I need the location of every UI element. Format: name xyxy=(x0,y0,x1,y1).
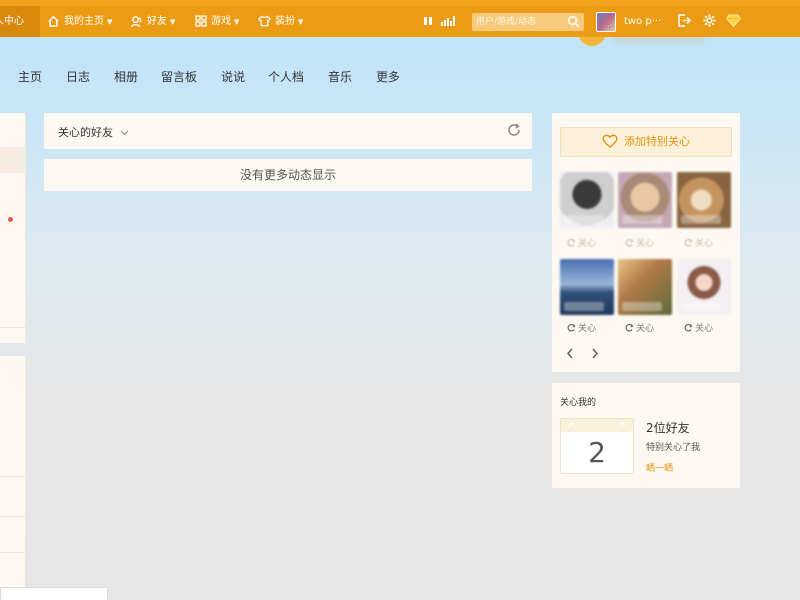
care-button[interactable]: 关心 xyxy=(624,321,654,334)
search-icon[interactable] xyxy=(567,15,580,28)
special-care-card: 添加特别关心 关心 关心 关心 关心 关心 关心 xyxy=(552,113,740,372)
pause-icon[interactable] xyxy=(423,16,433,26)
friend-thumbnail[interactable] xyxy=(560,172,614,228)
care-icon xyxy=(684,323,693,332)
nav-item-shuoshuo[interactable]: 说说 xyxy=(221,68,245,85)
friends-menu[interactable]: 好友 ▼ xyxy=(130,6,175,37)
friend-name-blurred xyxy=(622,302,662,311)
nav-item-blog[interactable]: 日志 xyxy=(66,68,90,85)
divider xyxy=(0,476,26,477)
cares-about-me-title: 关心我的 xyxy=(560,398,597,408)
divider xyxy=(0,327,26,328)
care-button[interactable]: 关心 xyxy=(683,321,713,334)
nav-item-music[interactable]: 音乐 xyxy=(328,68,352,85)
shirt-icon xyxy=(258,15,271,27)
my-homepage-label: 我的主页 xyxy=(64,16,104,27)
chevron-down-icon: ▼ xyxy=(170,18,176,26)
calendar-number: 2 xyxy=(588,436,606,469)
empty-feed-text: 没有更多动态显示 xyxy=(239,168,336,182)
bottom-status-strip xyxy=(0,587,108,600)
chevron-down-icon xyxy=(120,130,128,136)
chevron-down-icon: ▼ xyxy=(298,18,304,26)
friends-icon xyxy=(130,15,142,27)
calendar-icon: 2 xyxy=(560,418,634,474)
care-label: 关心 xyxy=(695,324,714,334)
chevron-right-icon[interactable] xyxy=(591,348,599,359)
search-input[interactable] xyxy=(472,13,560,31)
care-button[interactable]: 关心 xyxy=(566,321,596,334)
nav-item-more[interactable]: 更多 xyxy=(376,68,400,85)
logout-icon[interactable] xyxy=(677,14,691,27)
care-icon xyxy=(684,238,693,247)
care-label: 关心 xyxy=(695,239,714,249)
username[interactable]: two p··· xyxy=(624,6,661,37)
grid-icon xyxy=(195,15,207,27)
care-icon xyxy=(625,323,634,332)
left-sidebar-panel-lower xyxy=(0,356,26,600)
my-homepage-menu[interactable]: 我的主页 ▼ xyxy=(47,6,112,37)
search-box[interactable] xyxy=(472,13,584,31)
divider xyxy=(0,552,26,553)
games-label: 游戏 xyxy=(211,16,231,27)
friend-name-blurred xyxy=(681,215,721,224)
friend-thumbnail[interactable] xyxy=(677,172,731,228)
home-icon xyxy=(48,15,59,27)
notification-dot xyxy=(8,217,13,222)
care-icon xyxy=(567,323,576,332)
care-label: 关心 xyxy=(636,324,655,334)
nav-item-guestbook[interactable]: 留言板 xyxy=(161,68,197,85)
care-button[interactable]: 关心 xyxy=(566,236,596,249)
feed-filter-label: 关心的好友 xyxy=(58,126,113,139)
nav-item-home[interactable]: 主页 xyxy=(18,68,42,85)
avatar[interactable] xyxy=(596,12,616,32)
friend-thumbnail[interactable] xyxy=(618,259,672,315)
friend-count: 2位好友 xyxy=(646,421,690,435)
add-special-care-button[interactable]: 添加特别关心 xyxy=(560,127,732,157)
dress-up-label: 装扮 xyxy=(275,16,295,27)
care-icon xyxy=(567,238,576,247)
nav-item-album[interactable]: 相册 xyxy=(114,68,138,85)
friend-name-blurred xyxy=(564,215,604,224)
friend-thumbnail[interactable] xyxy=(677,259,731,315)
feed-filter-dropdown[interactable]: 关心的好友 xyxy=(58,124,129,140)
chevron-down-icon: ▼ xyxy=(234,18,240,26)
care-label: 关心 xyxy=(636,239,655,249)
friends-label: 好友 xyxy=(147,16,167,27)
chevron-left-icon[interactable] xyxy=(566,348,574,359)
friend-name-blurred xyxy=(681,302,721,311)
care-label: 关心 xyxy=(578,324,597,334)
share-link[interactable]: 晒一晒 xyxy=(646,461,673,474)
heart-icon xyxy=(602,134,618,148)
feed-filter-bar: 关心的好友 xyxy=(44,113,532,149)
care-label: 关心 xyxy=(578,239,597,249)
games-menu[interactable]: 游戏 ▼ xyxy=(195,6,239,37)
nav-item-profile[interactable]: 个人档 xyxy=(268,68,304,85)
friend-thumbnail[interactable] xyxy=(618,172,672,228)
add-special-care-label: 添加特别关心 xyxy=(624,135,690,148)
diamond-icon[interactable] xyxy=(726,14,741,27)
chevron-down-icon: ▼ xyxy=(107,18,113,26)
music-bars-icon[interactable] xyxy=(441,16,455,26)
personal-center-tab[interactable]: 个人中心 xyxy=(0,6,40,37)
care-button[interactable]: 关心 xyxy=(624,236,654,249)
care-description: 特别关心了我 xyxy=(646,443,701,453)
friend-name-blurred xyxy=(622,215,662,224)
personal-center-label: 个人中心 xyxy=(0,16,24,27)
friend-thumbnail[interactable] xyxy=(560,259,614,315)
left-sidebar-panel xyxy=(0,113,26,343)
cares-about-me-card: 关心我的 2 2位好友 特别关心了我 晒一晒 xyxy=(552,383,740,488)
feed-empty-message: 没有更多动态显示 xyxy=(44,159,532,191)
calendar-header xyxy=(561,419,633,432)
care-icon xyxy=(625,238,634,247)
left-sidebar-highlight-row[interactable] xyxy=(0,147,26,173)
friend-name-blurred xyxy=(564,302,604,311)
refresh-icon[interactable] xyxy=(507,123,521,137)
divider xyxy=(0,516,26,517)
dress-up-menu[interactable]: 装扮 ▼ xyxy=(258,6,303,37)
care-button[interactable]: 关心 xyxy=(683,236,713,249)
gear-icon[interactable] xyxy=(703,14,716,27)
